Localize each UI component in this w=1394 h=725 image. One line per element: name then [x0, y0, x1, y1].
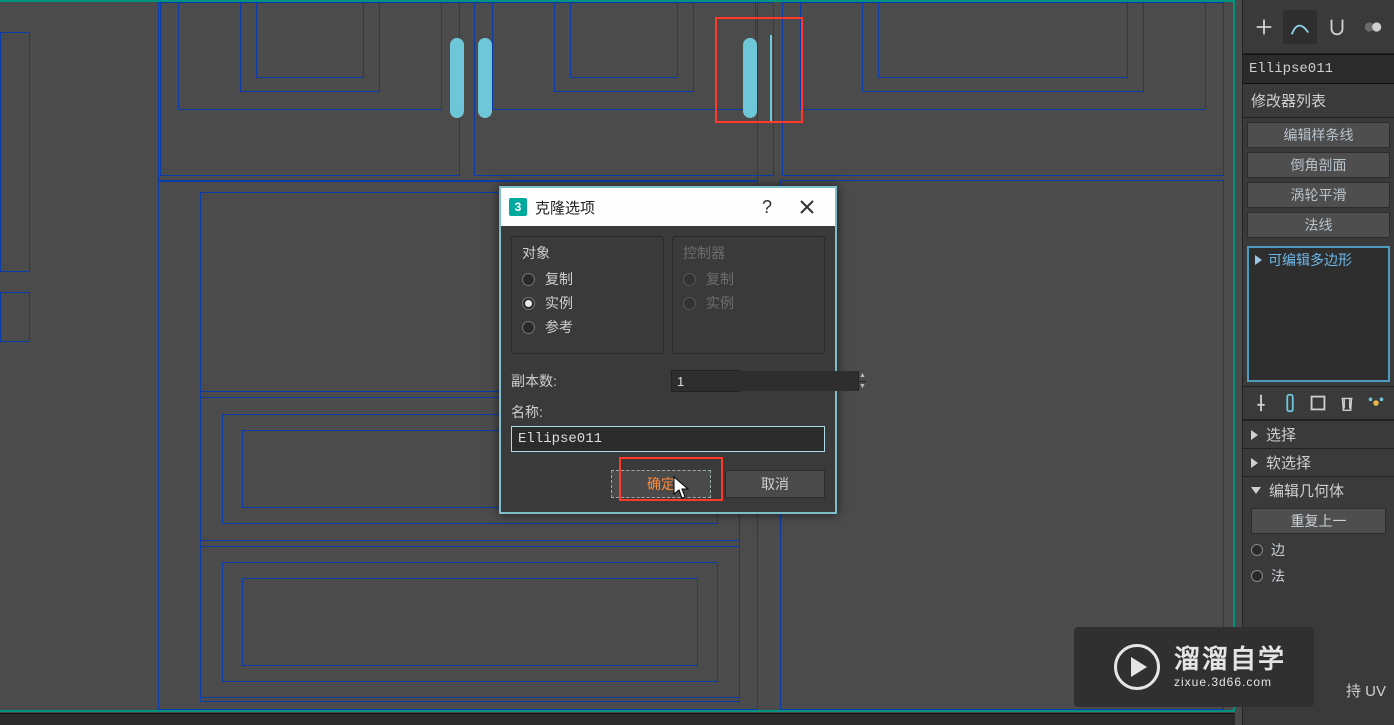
trash-icon [1336, 392, 1358, 414]
help-button[interactable]: ? [747, 188, 787, 226]
radio-icon [522, 273, 535, 286]
copies-label: 副本数: [511, 371, 671, 391]
clone-options-dialog: 3 克隆选项 ? 对象 复制 实例 参考 [499, 186, 837, 514]
rollout-softsel-label: 软选择 [1266, 452, 1311, 473]
name-label: 名称: [511, 402, 825, 422]
app-icon: 3 [509, 198, 527, 216]
watermark-url: zixue.3d66.com [1174, 675, 1286, 689]
toggle-icon [1362, 16, 1384, 38]
config-icon [1365, 392, 1387, 414]
modifier-buttons: 编辑样条线 倒角剖面 涡轮平滑 法线 [1243, 118, 1394, 242]
dialog-title: 克隆选项 [535, 197, 747, 218]
ok-button[interactable]: 确定 [611, 470, 711, 498]
chevron-right-icon [1251, 430, 1258, 440]
panel-tabs [1243, 0, 1394, 54]
constraint-normal[interactable]: 法 [1251, 566, 1386, 586]
pin-icon [1250, 392, 1272, 414]
make-unique-icon [1307, 392, 1329, 414]
radio-icon [683, 273, 696, 286]
pipe-icon [1279, 392, 1301, 414]
radio-reference[interactable]: 参考 [522, 317, 653, 337]
mod-edit-spline[interactable]: 编辑样条线 [1247, 122, 1390, 148]
command-panel: Ellipse011 修改器列表 编辑样条线 倒角剖面 涡轮平滑 法线 可编辑多… [1242, 0, 1394, 725]
copies-spinner[interactable]: ▲ ▼ [671, 370, 741, 392]
rollout-selection-label: 选择 [1266, 424, 1296, 445]
constraint-normal-label: 法 [1271, 566, 1285, 586]
spinner-down-icon[interactable]: ▼ [859, 382, 866, 392]
hierarchy-tab[interactable] [1320, 10, 1354, 44]
show-end-result-button[interactable] [1277, 390, 1303, 416]
chevron-right-icon [1251, 458, 1258, 468]
radio-copy-label: 复制 [545, 269, 573, 289]
status-bar [0, 713, 1235, 725]
radio-copy[interactable]: 复制 [522, 269, 653, 289]
constraint-edge[interactable]: 边 [1251, 540, 1386, 560]
radio-ctrl-instance-label: 实例 [706, 293, 734, 313]
radio-icon [522, 297, 535, 310]
close-button[interactable] [787, 188, 827, 226]
constraint-edge-label: 边 [1271, 540, 1285, 560]
radio-reference-label: 参考 [545, 317, 573, 337]
chevron-down-icon [1251, 487, 1261, 494]
spinner-up-icon[interactable]: ▲ [859, 371, 866, 382]
modify-tab[interactable] [1283, 10, 1317, 44]
modifier-stack[interactable]: 可编辑多边形 [1247, 246, 1390, 382]
name-input[interactable] [511, 426, 825, 452]
cancel-button[interactable]: 取消 [725, 470, 825, 498]
rollout-edit-geometry[interactable]: 编辑几何体 [1243, 476, 1394, 504]
radio-instance-label: 实例 [545, 293, 573, 313]
close-icon [800, 200, 814, 214]
mod-bevel-profile[interactable]: 倒角剖面 [1247, 152, 1390, 178]
mod-turbosmooth[interactable]: 涡轮平滑 [1247, 182, 1390, 208]
radio-instance[interactable]: 实例 [522, 293, 653, 313]
object-group-title: 对象 [522, 241, 653, 263]
dialog-titlebar[interactable]: 3 克隆选项 ? [501, 188, 835, 226]
watermark: 溜溜自学 zixue.3d66.com [1074, 627, 1314, 707]
rollout-edit-geometry-body: 重复上一 边 法 [1243, 504, 1394, 596]
configure-sets-button[interactable] [1363, 390, 1389, 416]
radio-ctrl-copy-label: 复制 [706, 269, 734, 289]
expand-icon [1255, 255, 1262, 265]
copies-input[interactable] [672, 371, 858, 391]
radio-icon [522, 321, 535, 334]
create-tab[interactable] [1247, 10, 1281, 44]
stack-item-editable-poly[interactable]: 可编辑多边形 [1249, 248, 1388, 272]
controller-group: 控制器 复制 实例 [672, 236, 825, 354]
radio-icon [1251, 570, 1263, 582]
radio-icon [683, 297, 696, 310]
controller-group-title: 控制器 [683, 241, 814, 263]
object-name-readout[interactable]: Ellipse011 [1243, 54, 1394, 84]
play-icon [1114, 644, 1160, 690]
stack-toolbar [1243, 386, 1394, 420]
pin-stack-button[interactable] [1248, 390, 1274, 416]
rollout-editgeom-label: 编辑几何体 [1269, 480, 1344, 501]
rollout-selection[interactable]: 选择 [1243, 420, 1394, 448]
magnet-icon [1326, 16, 1348, 38]
stack-item-label: 可编辑多边形 [1268, 250, 1352, 270]
plus-icon [1253, 16, 1275, 38]
radio-ctrl-copy: 复制 [683, 269, 814, 289]
curve-icon [1289, 16, 1311, 38]
remove-modifier-button[interactable] [1334, 390, 1360, 416]
object-group: 对象 复制 实例 参考 [511, 236, 664, 354]
modifier-list-dropdown[interactable]: 修改器列表 [1243, 84, 1394, 118]
make-unique-button[interactable] [1305, 390, 1331, 416]
radio-icon [1251, 544, 1263, 556]
selection-highlight [715, 17, 803, 123]
watermark-title: 溜溜自学 [1174, 644, 1286, 675]
mod-normal[interactable]: 法线 [1247, 212, 1390, 238]
radio-ctrl-instance: 实例 [683, 293, 814, 313]
preserve-uv-label: 持 UV [1346, 680, 1386, 701]
motion-tab[interactable] [1356, 10, 1390, 44]
repeat-last-button[interactable]: 重复上一 [1251, 508, 1386, 534]
rollout-soft-selection[interactable]: 软选择 [1243, 448, 1394, 476]
